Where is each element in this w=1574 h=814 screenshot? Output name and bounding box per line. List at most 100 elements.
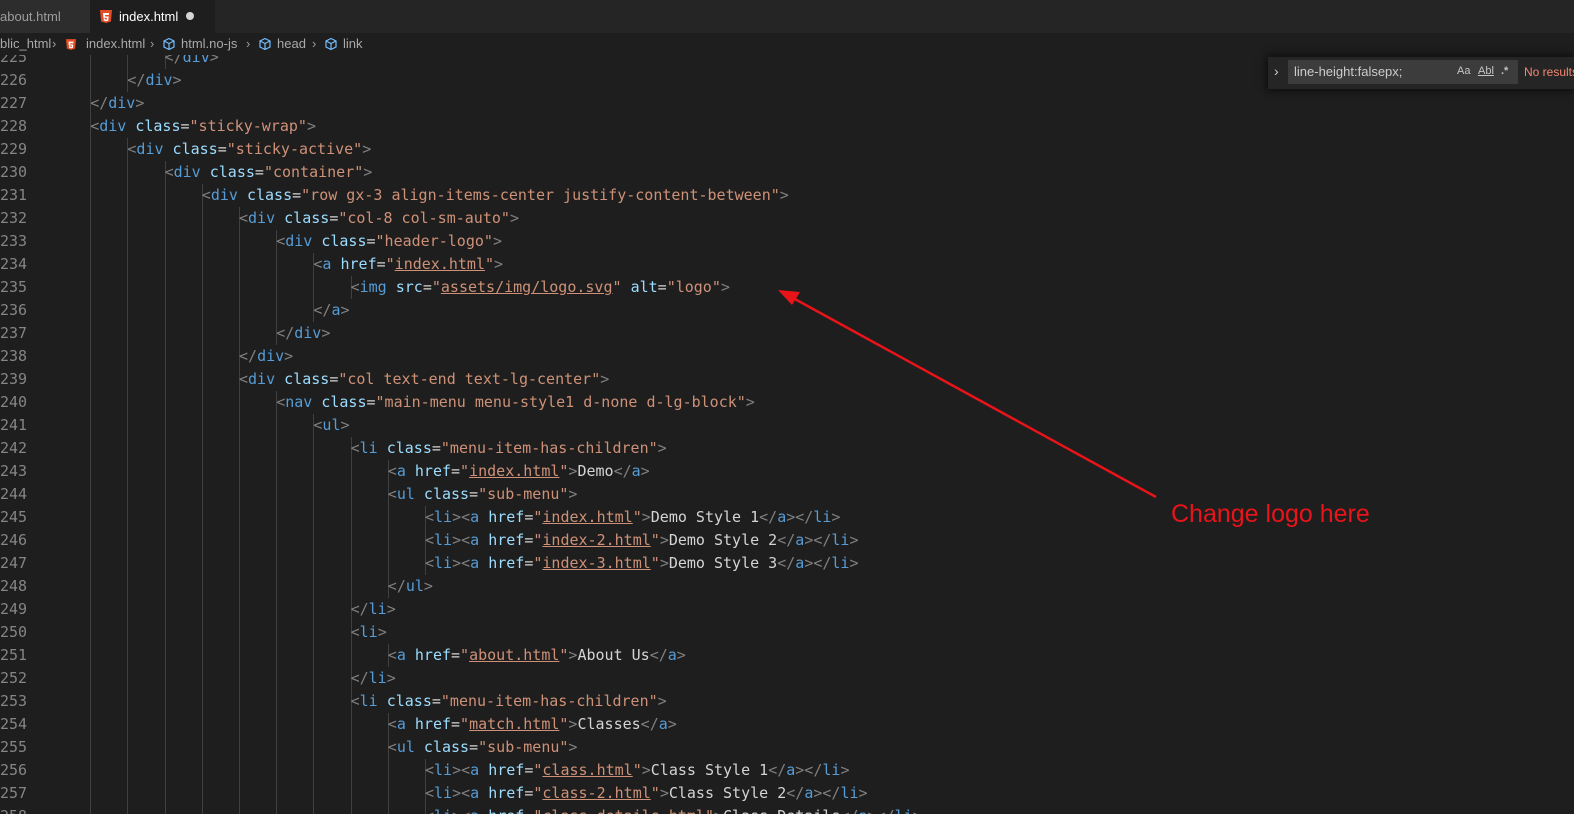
code-token: ><: [452, 554, 471, 572]
indent-guide: [276, 644, 278, 667]
indent-guide: [239, 391, 240, 414]
code-line[interactable]: 250 <li>: [0, 621, 1574, 644]
code-line[interactable]: 251 <a href="about.html">About Us</a>: [0, 644, 1574, 667]
code-line[interactable]: 243 <a href="index.html">Demo</a>: [0, 460, 1574, 483]
tab-index-html[interactable]: index.html: [90, 0, 215, 33]
code-token: ></: [804, 554, 832, 572]
line-number: 249: [0, 600, 28, 618]
indent-guide: [164, 299, 166, 322]
use-regex-icon[interactable]: .*: [1501, 65, 1508, 77]
code-token: div: [136, 140, 164, 158]
indent-guide: [313, 621, 315, 644]
code-line[interactable]: 232 <div class="col-8 col-sm-auto">: [0, 207, 1574, 230]
code-token: href: [488, 531, 525, 549]
tab-label: about.html: [0, 9, 61, 24]
line-number: 228: [0, 117, 28, 135]
code-line[interactable]: 249 </li>: [0, 598, 1574, 621]
toggle-replace-chevron-icon[interactable]: ›: [1274, 63, 1279, 79]
breadcrumb-symbol-head[interactable]: head: [258, 33, 306, 55]
breadcrumb-symbol-link[interactable]: link: [324, 33, 363, 55]
code-line[interactable]: 256 <li><a href="class.html">Class Style …: [0, 759, 1574, 782]
indent-guide: [90, 644, 92, 667]
code-line[interactable]: 236 </a>: [0, 299, 1574, 322]
code-token: ><: [452, 508, 471, 526]
indent-guide: [350, 713, 352, 736]
code-line[interactable]: 255 <ul class="sub-menu">: [0, 736, 1574, 759]
code-token: >: [340, 416, 350, 434]
code-token: >: [423, 577, 433, 595]
code-line[interactable]: 237 </div>: [0, 322, 1574, 345]
indent-guide: [127, 552, 129, 575]
indent-guide: [313, 483, 315, 506]
code-line[interactable]: 248 </ul>: [0, 575, 1574, 598]
code-token: <: [425, 531, 435, 549]
code-line[interactable]: 242 <li class="menu-item-has-children">: [0, 437, 1574, 460]
code-line[interactable]: 228 <div class="sticky-wrap">: [0, 115, 1574, 138]
code-token: div: [285, 232, 313, 250]
code-token: "menu-item-has-children": [440, 692, 658, 710]
code-token: alt: [630, 278, 658, 296]
line-number: 253: [0, 692, 28, 710]
code-editor[interactable]: 225 </div> 226 </div> 227 </div> 228 <div class…: [0, 55, 1574, 814]
code-line[interactable]: 241 <ul>: [0, 414, 1574, 437]
code-text: <ul class="sub-menu">: [388, 483, 578, 506]
indent-guide: [90, 690, 92, 713]
breadcrumb-file[interactable]: index.html: [66, 33, 145, 55]
indent-guide: [276, 575, 278, 598]
code-token: >: [667, 715, 677, 733]
code-token: Classes: [577, 715, 641, 733]
code-line[interactable]: 239 <div class="col text-end text-lg-cent…: [0, 368, 1574, 391]
code-line[interactable]: 253 <li class="menu-item-has-children">: [0, 690, 1574, 713]
code-line[interactable]: 233 <div class="header-logo">: [0, 230, 1574, 253]
code-token: >: [172, 71, 182, 89]
indent-guide: [127, 184, 129, 207]
indent-guide: [239, 460, 240, 483]
code-text: <a href="about.html">About Us</a>: [388, 644, 686, 667]
indent-guide: [127, 713, 129, 736]
line-number: 246: [0, 531, 28, 549]
match-whole-word-icon[interactable]: Abl: [1478, 65, 1494, 77]
code-line[interactable]: 230 <div class="container">: [0, 161, 1574, 184]
indent-guide: [350, 552, 352, 575]
indent-guide: [90, 598, 92, 621]
code-line[interactable]: 234 <a href="index.html">: [0, 253, 1574, 276]
code-token: li: [368, 600, 387, 618]
code-line[interactable]: 231 <div class="row gx-3 align-items-cent…: [0, 184, 1574, 207]
indent-guide: [164, 391, 166, 414]
code-line[interactable]: 254 <a href="match.html">Classes</a>: [0, 713, 1574, 736]
code-line[interactable]: 247 <li><a href="index-3.html">Demo Style…: [0, 552, 1574, 575]
indent-guide: [313, 644, 315, 667]
code-line[interactable]: 252 </li>: [0, 667, 1574, 690]
indent-guide: [201, 506, 203, 529]
unsaved-changes-dot[interactable]: [186, 12, 195, 20]
indent-guide: [239, 437, 240, 460]
code-token: li: [434, 761, 453, 779]
breadcrumb-folder[interactable]: blic_html: [0, 33, 51, 55]
code-token: li: [434, 508, 453, 526]
match-case-icon[interactable]: Aa: [1457, 65, 1470, 77]
tab-about-html[interactable]: about.html: [0, 0, 90, 33]
breadcrumb-symbol-html[interactable]: html.no-js: [162, 33, 237, 55]
breadcrumb-separator-icon: ›: [52, 36, 57, 51]
code-token: ": [484, 255, 495, 273]
code-line[interactable]: 240 <nav class="main-menu menu-style1 d-n…: [0, 391, 1574, 414]
indent-guide: [127, 759, 129, 782]
line-number: 232: [0, 209, 28, 227]
code-line[interactable]: 227 </div>: [0, 92, 1574, 115]
code-line[interactable]: 235 <img src="assets/img/logo.svg" alt="l…: [0, 276, 1574, 299]
code-line[interactable]: 246 <li><a href="index-2.html">Demo Style…: [0, 529, 1574, 552]
code-token: >: [509, 209, 519, 227]
code-line[interactable]: 238 </div>: [0, 345, 1574, 368]
code-line[interactable]: 258<li><a href="class-details.html">Clas…: [0, 805, 1574, 814]
find-result-status: No results: [1524, 65, 1574, 79]
code-line[interactable]: 257 <li><a href="class-2.html">Class Styl…: [0, 782, 1574, 805]
line-number: 227: [0, 94, 28, 112]
code-token: class: [209, 163, 255, 181]
code-token: index.html: [542, 508, 633, 526]
indent-guide: [276, 805, 278, 814]
code-line[interactable]: 229 <div class="sticky-active">: [0, 138, 1574, 161]
